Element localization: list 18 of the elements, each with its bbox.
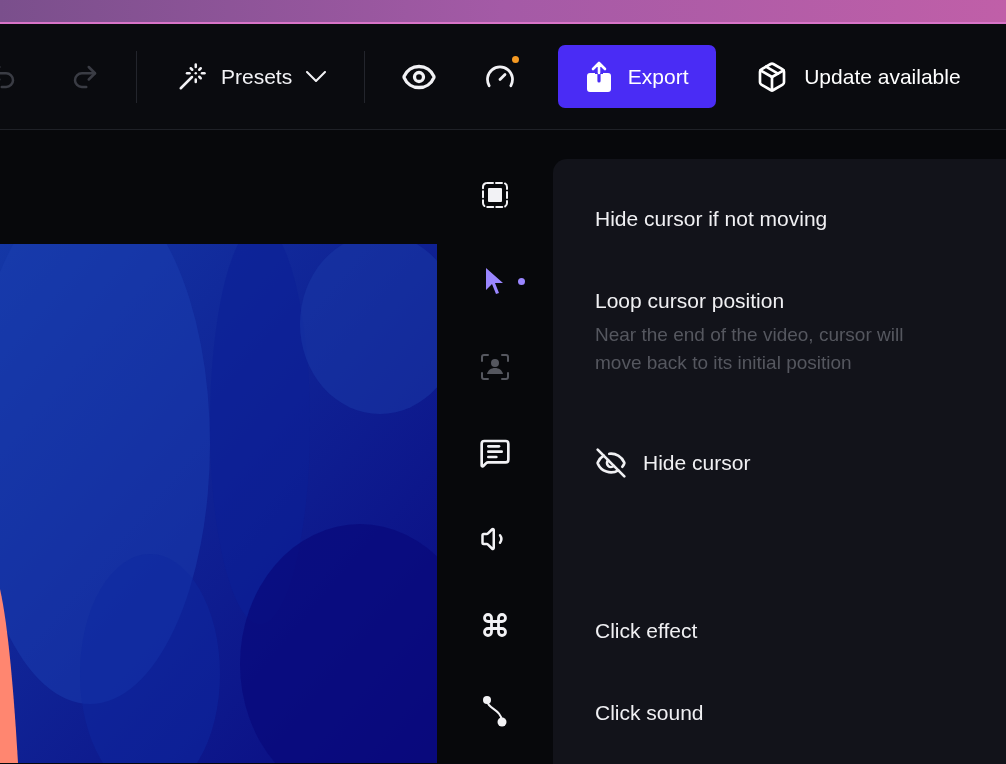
update-available-button[interactable]: Update available	[756, 60, 961, 93]
setting-label: Loop cursor position	[595, 289, 786, 313]
setting-description: Near the end of the video, cursor will move back to its initial position	[595, 323, 905, 375]
magic-wand-icon	[177, 61, 207, 92]
export-button[interactable]: Export	[558, 45, 717, 108]
setting-label: Click effect	[595, 619, 699, 643]
setting-label: Hide cursor if not moving	[595, 207, 829, 231]
chevron-down-icon	[306, 71, 327, 82]
selection-frame-icon	[481, 181, 509, 209]
presets-dropdown[interactable]: Presets	[171, 55, 333, 98]
hide-cursor-label: Hide cursor	[643, 451, 751, 475]
curved-path-icon	[481, 695, 509, 727]
person-frame-icon	[480, 353, 510, 381]
command-key-icon	[481, 611, 509, 639]
setting-label: Click sound	[595, 701, 705, 725]
captions-bubble-icon	[479, 437, 511, 469]
eye-off-icon	[595, 447, 627, 479]
share-icon	[585, 60, 612, 93]
